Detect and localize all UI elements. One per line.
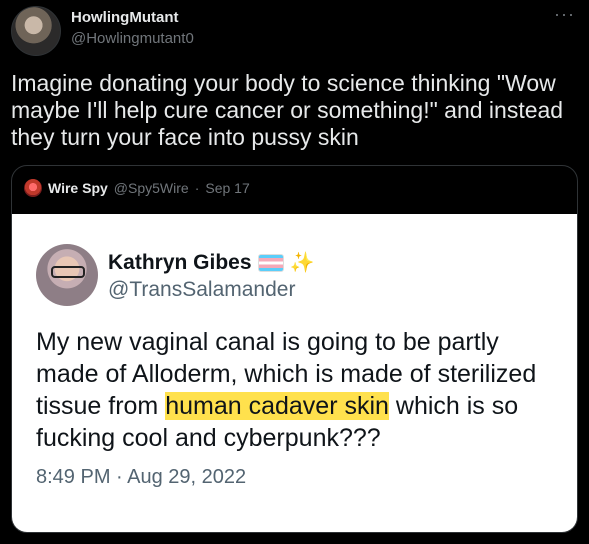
glasses-shape <box>51 266 85 278</box>
quoted-author-name[interactable]: Wire Spy <box>48 180 108 196</box>
trans-flag-icon <box>257 254 284 272</box>
screenshot-author-handle: @TransSalamander <box>108 278 296 301</box>
separator-dot: · <box>194 180 200 196</box>
quoted-screenshot-image[interactable]: Kathryn Gibes ✨ @TransSalamander My new … <box>12 214 577 532</box>
quoted-date[interactable]: Sep 17 <box>205 180 249 196</box>
author-handle[interactable]: @Howlingmutant0 <box>71 30 194 47</box>
screenshot-avatar <box>36 244 98 306</box>
sparkles-icon: ✨ <box>289 252 315 274</box>
screenshot-author-name: Kathryn Gibes ✨ <box>108 251 314 275</box>
author-name[interactable]: HowlingMutant <box>71 9 178 26</box>
tweet-text: Imagine donating your body to science th… <box>11 70 564 150</box>
screenshot-author-name-text: Kathryn Gibes <box>108 251 252 274</box>
more-horizontal-icon[interactable]: ··· <box>554 4 575 25</box>
screenshot-timestamp: 8:49 PM · Aug 29, 2022 <box>36 466 247 488</box>
highlighted-text: human cadaver skin <box>165 392 389 420</box>
quoted-author-handle[interactable]: @Spy5Wire <box>114 180 189 196</box>
author-avatar[interactable] <box>11 6 61 56</box>
quoted-author-avatar[interactable] <box>24 179 42 197</box>
quoted-tweet[interactable]: Wire Spy @Spy5Wire · Sep 17 Kathryn Gibe… <box>11 165 578 533</box>
screenshot-tweet-text: My new vaginal canal is going to be part… <box>36 326 556 454</box>
quoted-tweet-header: Wire Spy @Spy5Wire · Sep 17 <box>24 178 250 198</box>
